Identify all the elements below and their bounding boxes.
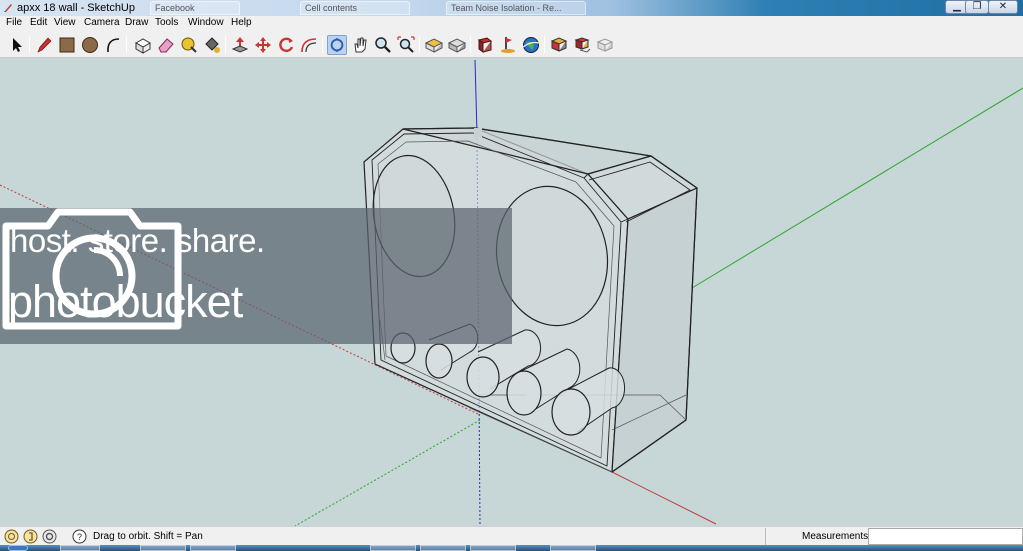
background-tab[interactable]: Facebook [150,1,240,15]
toolbar [0,31,1023,58]
maximize-button[interactable]: ❐ [965,0,989,14]
user-icon[interactable] [42,529,57,544]
rectangle-icon[interactable] [57,35,77,55]
menu-window[interactable]: Window [188,17,224,28]
measurements-label: Measurements [802,531,869,542]
measurements-input[interactable] [868,528,1023,545]
menu-help[interactable]: Help [231,17,252,28]
menu-file[interactable]: File [6,17,22,28]
circle-icon[interactable] [80,35,100,55]
background-tab[interactable]: Team Noise Isolation - Re... [446,1,586,15]
menu-bar: File Edit View Camera Draw Tools Window … [0,16,1023,31]
help-icon[interactable]: ? [72,529,87,544]
iso-view-icon[interactable] [447,35,467,55]
close-button[interactable]: ✕ [988,0,1018,14]
taskbar-item[interactable] [140,545,186,551]
zoom-extents-icon[interactable] [396,35,416,55]
geo-location-icon[interactable] [4,529,19,544]
top-view-icon[interactable] [424,35,444,55]
component-icon[interactable] [549,35,569,55]
offset-icon[interactable] [299,35,319,55]
make-component-icon[interactable] [133,35,153,55]
rotate-icon[interactable] [276,35,296,55]
shadow-icon[interactable] [572,35,592,55]
menu-draw[interactable]: Draw [125,17,148,28]
taskbar [0,545,1023,551]
google-earth-icon[interactable] [521,35,541,55]
blue-axis [474,59,478,135]
fog-icon[interactable] [595,35,615,55]
taskbar-item[interactable] [420,545,466,551]
camera-logo-icon [2,208,182,330]
drawing-viewport[interactable]: host. store. share. photobucket [0,58,1023,526]
menu-camera[interactable]: Camera [84,17,120,28]
start-button[interactable] [8,545,28,551]
pencil-icon[interactable] [34,35,54,55]
taskbar-item[interactable] [190,545,236,551]
paint-bucket-icon[interactable] [202,35,222,55]
push-pull-icon[interactable] [230,35,250,55]
taskbar-item[interactable] [550,545,596,551]
svg-text:?: ? [77,532,82,542]
menu-edit[interactable]: Edit [30,17,47,28]
green-axis [691,87,1023,289]
red-axis [611,471,717,525]
move-icon[interactable] [253,35,273,55]
window-title: apxx 18 wall - SketchUp [17,2,135,14]
menu-view[interactable]: View [54,17,76,28]
arc-icon[interactable] [103,35,123,55]
status-bar: ? Drag to orbit. Shift = Pan Measurement… [0,526,1023,545]
orbit-icon[interactable] [327,35,347,55]
select-icon[interactable] [7,35,27,55]
background-tab[interactable]: Cell contents [300,1,410,15]
add-location-icon[interactable] [498,35,518,55]
zoom-icon[interactable] [373,35,393,55]
get-models-icon[interactable] [475,35,495,55]
taskbar-item[interactable] [60,545,100,551]
eraser-icon[interactable] [156,35,176,55]
photobucket-watermark: host. store. share. photobucket [0,208,512,344]
green-axis-hidden [294,419,481,526]
pan-icon[interactable] [350,35,370,55]
sketchup-logo-icon [4,4,12,12]
menu-tools[interactable]: Tools [155,17,178,28]
taskbar-item[interactable] [470,545,516,551]
status-hint: Drag to orbit. Shift = Pan [93,531,203,542]
tape-measure-icon[interactable] [179,35,199,55]
credits-icon[interactable] [23,529,38,544]
taskbar-item[interactable] [370,545,416,551]
title-bar: apxx 18 wall - SketchUp Facebook Cell co… [0,0,1023,16]
